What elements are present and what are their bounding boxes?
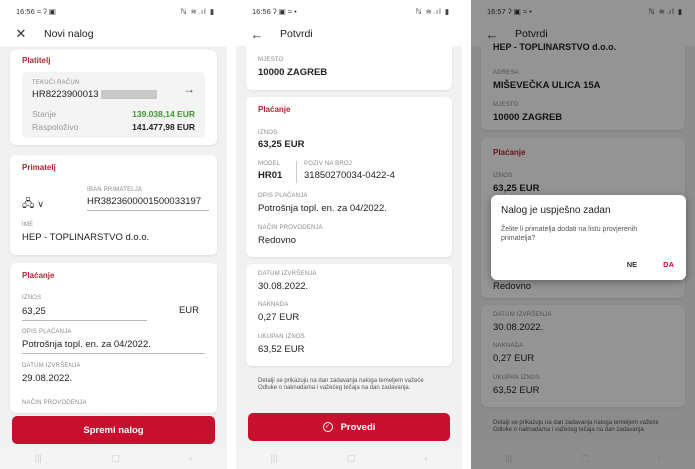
amount-label: IZNOS [258, 130, 278, 136]
method-value: Redovno [258, 235, 297, 246]
app-bar: ← Potvrdi [236, 22, 462, 46]
date-label: DATUM IZVRŠENJA [22, 363, 81, 369]
amount-input[interactable]: 63,25 [22, 306, 147, 321]
method-label: NAČIN PROVODENJA [258, 225, 323, 231]
dialog-actions: NE DA [627, 260, 674, 269]
phone-confirm-dialog: 16:57 ʔ ▣ ≈ • ℕ ≋.ıl ▮ ← Potvrdi HEP - T… [471, 0, 695, 469]
name-label: IME [22, 222, 34, 228]
description-input[interactable]: Potrošnja topl. en. za 04/2022. [22, 339, 205, 354]
arrow-right-icon[interactable]: → [183, 82, 195, 96]
payment-card: Plaćanje IZNOS 63,25 EUR OPIS PLAĆANJA P… [10, 263, 217, 413]
currency-label: EUR [178, 305, 199, 316]
date-value[interactable]: 29.08.2022. [22, 373, 72, 384]
status-right-icons: ℕ ≋.ıl ▮ [180, 6, 215, 16]
iban-field[interactable]: HR3823600001500033197 [87, 196, 209, 211]
payment-summary-card: Plaćanje IZNOS 63,25 EUR MODEL HR01 POZI… [246, 97, 452, 257]
iban-label: IBAN PRIMATELJA [87, 187, 143, 193]
recents-icon[interactable]: ||| [271, 453, 278, 463]
description-value: Potrošnja topl. en. za 04/2022. [258, 203, 387, 214]
divider [296, 161, 297, 183]
account-number: HR8223900013 [32, 89, 99, 100]
available-value: 141.477,98 EUR [132, 122, 195, 132]
status-bar: 16:56 ≈ ʔ ▣ ℕ ≋.ıl ▮ [0, 0, 227, 22]
place-label: MJESTO [258, 57, 284, 63]
recipient-card: Primatelj 🖧 ∨ IBAN PRIMATELJA HR38236000… [10, 155, 217, 255]
payer-title: Platitelj [22, 56, 51, 65]
system-nav-bar: ||| ▢ ‹ [236, 447, 462, 469]
place-value: 10000 ZAGREB [258, 67, 328, 78]
reference-label: POZIV NA BROJ [304, 161, 352, 167]
execute-button-label: Provedi [340, 421, 376, 433]
name-value: HEP - TOPLINARSTVO d.o.o. [22, 232, 150, 243]
page-title: Novi nalog [44, 28, 94, 40]
model-value: HR01 [258, 170, 283, 181]
fee-disclaimer: Detalji se prikazuju na dan zadavanja na… [258, 378, 424, 392]
status-time: 16:56 [252, 6, 271, 16]
balance-value: 139.038,14 EUR [132, 109, 195, 119]
phone-new-order: 16:56 ≈ ʔ ▣ ℕ ≋.ıl ▮ ✕ Novi nalog Platit… [0, 0, 227, 469]
save-order-button[interactable]: Spremi nalog [12, 416, 215, 444]
redacted-block [100, 89, 157, 99]
total-value: 63,52 EUR [258, 344, 305, 355]
execution-date-label: DATUM IZVRŠENJA [258, 271, 317, 277]
total-label: UKUPAN IZNOS [258, 334, 305, 340]
back-icon[interactable]: ‹ [424, 453, 427, 463]
dialog-title: Nalog je uspješno zadan [501, 205, 611, 216]
account-number-row: HR8223900013 [32, 89, 157, 100]
totals-card: DATUM IZVRŠENJA 30.08.2022. NAKNADA 0,27… [246, 264, 452, 366]
yes-button[interactable]: DA [663, 260, 674, 269]
reference-value: 31850270034-0422-4 [304, 170, 395, 181]
fee-label: NAKNADA [258, 302, 289, 308]
status-icons: ≈ ʔ ▣ [36, 6, 56, 16]
page-title: Potvrdi [280, 28, 313, 40]
amount-label: IZNOS [22, 295, 42, 301]
home-icon[interactable]: ▢ [111, 453, 120, 464]
phone-confirm: 16:56 ʔ ▣ ≈ • ℕ ≋.ıl ▮ ← Potvrdi MJESTO … [236, 0, 462, 469]
close-icon[interactable]: ✕ [12, 26, 30, 42]
recipient-type-icon[interactable]: 🖧 ∨ [22, 195, 44, 214]
payer-card: Platitelj TEKUĆI RAČUN HR8223900013 → St… [10, 50, 217, 145]
execute-button[interactable]: ✓ Provedi [248, 413, 450, 441]
method-label: NAČIN PROVODENJA [22, 400, 87, 406]
recents-icon[interactable]: ||| [35, 453, 42, 463]
recipient-summary-card: MJESTO 10000 ZAGREB [246, 46, 452, 90]
status-icons: ʔ ▣ ≈ • [272, 6, 297, 16]
account-selector[interactable]: TEKUĆI RAČUN HR8223900013 → Stanje 139.0… [22, 72, 205, 138]
available-label: Raspoloživo [32, 122, 79, 132]
back-icon[interactable]: ‹ [189, 453, 192, 463]
balance-label: Stanje [32, 109, 57, 119]
system-nav-bar: ||| ▢ ‹ [0, 447, 227, 469]
model-label: MODEL [258, 161, 281, 167]
description-label: OPIS PLAĆANJA [258, 193, 308, 199]
status-bar: 16:56 ʔ ▣ ≈ • ℕ ≋.ıl ▮ [236, 0, 462, 22]
description-label: OPIS PLAĆANJA [22, 329, 72, 335]
back-arrow-icon[interactable]: ← [248, 27, 266, 42]
payment-title: Plaćanje [258, 105, 291, 114]
check-circle-icon: ✓ [322, 422, 333, 432]
dialog-message: Želite li primatelja dodati na listu pro… [501, 226, 638, 242]
status-right-icons: ℕ ≋.ıl ▮ [415, 6, 450, 16]
no-button[interactable]: NE [627, 260, 637, 269]
recipient-title: Primatelj [22, 163, 56, 172]
execution-date-value: 30.08.2022. [258, 281, 309, 292]
app-bar: ✕ Novi nalog [0, 22, 227, 46]
status-time: 16:56 [16, 6, 35, 16]
success-dialog: Nalog je uspješno zadan Želite li primat… [491, 195, 686, 280]
home-icon[interactable]: ▢ [347, 453, 356, 464]
account-type: TEKUĆI RAČUN [32, 80, 80, 86]
amount-value: 63,25 EUR [258, 139, 305, 150]
screenshot-collage: 16:56 ≈ ʔ ▣ ℕ ≋.ıl ▮ ✕ Novi nalog Platit… [0, 0, 695, 469]
payment-title: Plaćanje [22, 271, 55, 280]
fee-value: 0,27 EUR [258, 312, 300, 323]
